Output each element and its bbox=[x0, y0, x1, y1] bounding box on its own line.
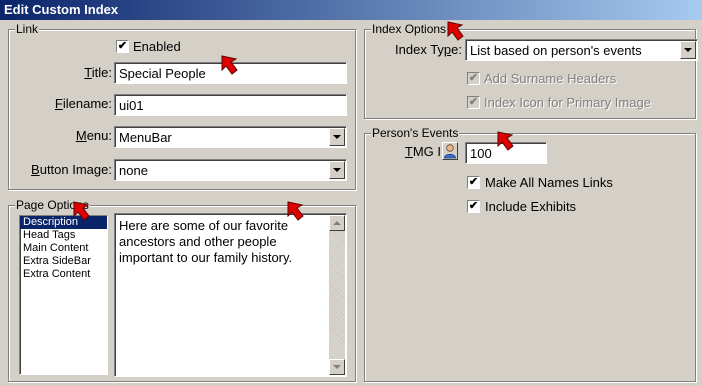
index-type-dropdown-button[interactable] bbox=[680, 41, 696, 59]
content-scrollbar[interactable] bbox=[329, 215, 345, 375]
red-arrow-icon bbox=[497, 131, 514, 151]
scroll-down-button[interactable] bbox=[329, 359, 345, 375]
index-icon-checkbox[interactable]: ✔ bbox=[467, 96, 480, 109]
button-image-value: none bbox=[119, 163, 148, 178]
chevron-down-icon bbox=[333, 365, 341, 369]
scroll-up-button[interactable] bbox=[329, 215, 345, 231]
page-option-item[interactable]: Extra SideBar bbox=[20, 255, 107, 268]
enabled-checkbox[interactable]: ✔ bbox=[116, 40, 129, 53]
add-surname-headers-checkbox[interactable]: ✔ bbox=[467, 72, 480, 85]
person-icon bbox=[444, 144, 456, 159]
persons-events-legend: Person's Events bbox=[371, 126, 460, 140]
title-bar: Edit Custom Index bbox=[0, 0, 702, 20]
chevron-down-icon bbox=[333, 168, 341, 172]
include-exhibits-label: Include Exhibits bbox=[485, 199, 577, 214]
enabled-label: Enabled bbox=[133, 39, 181, 54]
red-arrow-icon bbox=[287, 201, 304, 221]
chevron-up-icon bbox=[333, 221, 341, 225]
menu-dropdown-button[interactable] bbox=[329, 128, 345, 146]
button-image-dropdown-button[interactable] bbox=[329, 161, 345, 179]
page-content-textarea[interactable]: Here are some of our favorite ancestors … bbox=[114, 213, 347, 377]
page-content-text: Here are some of our favorite ancestors … bbox=[119, 218, 293, 265]
page-option-item[interactable]: Head Tags bbox=[20, 229, 107, 242]
make-all-names-links-checkbox[interactable]: ✔ bbox=[467, 176, 480, 189]
index-type-label: Index Type: bbox=[395, 42, 462, 57]
link-legend: Link bbox=[15, 22, 40, 36]
page-option-item[interactable]: Main Content bbox=[20, 242, 107, 255]
title-label: Title: bbox=[84, 65, 112, 80]
index-options-legend: Index Options bbox=[371, 22, 448, 36]
red-arrow-icon bbox=[73, 201, 90, 221]
filename-label: Filename: bbox=[54, 96, 112, 111]
page-options-list[interactable]: Description Head Tags Main Content Extra… bbox=[19, 215, 108, 375]
chevron-down-icon bbox=[684, 48, 692, 52]
window-title: Edit Custom Index bbox=[4, 2, 119, 17]
menu-select[interactable]: MenuBar bbox=[114, 126, 347, 148]
red-arrow-icon bbox=[221, 55, 238, 75]
menu-label: Menu: bbox=[75, 128, 112, 143]
add-surname-headers-label: Add Surname Headers bbox=[484, 71, 617, 86]
button-image-label: Button Image: bbox=[31, 162, 112, 177]
include-exhibits-checkbox[interactable]: ✔ bbox=[467, 200, 480, 213]
chevron-down-icon bbox=[333, 135, 341, 139]
filename-input[interactable]: ui01 bbox=[114, 94, 347, 116]
page-option-item[interactable]: Extra Content bbox=[20, 268, 107, 281]
index-icon-label: Index Icon for Primary Image bbox=[484, 95, 651, 110]
persons-events-group: Person's Events bbox=[364, 126, 696, 382]
index-type-value: List based on person's events bbox=[470, 43, 642, 58]
index-type-select[interactable]: List based on person's events bbox=[465, 39, 698, 61]
person-picker-button[interactable] bbox=[442, 142, 458, 160]
make-all-names-links-label: Make All Names Links bbox=[485, 175, 613, 190]
menu-value: MenuBar bbox=[119, 130, 172, 145]
red-arrow-icon bbox=[447, 21, 464, 41]
button-image-select[interactable]: none bbox=[114, 159, 347, 181]
